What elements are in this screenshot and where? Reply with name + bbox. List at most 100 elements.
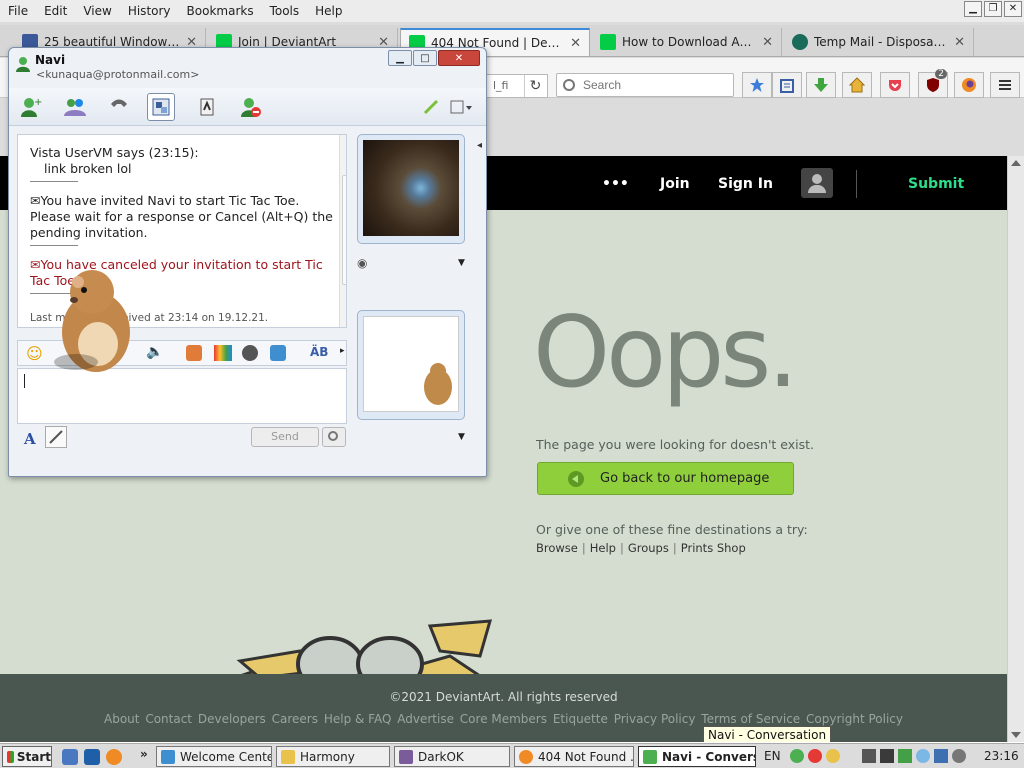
games-button[interactable] [193,93,221,121]
messenger-maximize-button[interactable]: □ [413,50,437,66]
footer-link[interactable]: Privacy Policy [614,712,696,726]
activities-button[interactable] [147,93,175,121]
menu-history[interactable]: History [128,4,171,18]
footer-link[interactable]: Careers [272,712,318,726]
task-firefox-404[interactable]: 404 Not Found ... [514,746,634,767]
menu-button[interactable] [990,72,1020,98]
scroll-down-icon[interactable] [1011,732,1021,738]
prints-shop-link[interactable]: Prints Shop [681,541,746,555]
stop-tray-icon[interactable] [808,749,822,763]
customize-button[interactable] [417,93,445,121]
homepage-button[interactable]: Go back to our homepage [537,462,794,495]
avatar[interactable] [801,168,833,198]
help-link[interactable]: Help [590,541,616,555]
footer-link[interactable]: Advertise [397,712,454,726]
handwriting-mode-button[interactable] [45,426,67,448]
minimize-button[interactable]: ▁ [964,1,982,17]
reload-button[interactable]: ↻ [524,75,546,97]
handwriting-icon[interactable]: ÄB [310,345,328,359]
start-button[interactable]: Start [2,746,52,767]
downloads-button[interactable] [806,72,836,98]
task-harmony[interactable]: Harmony [276,746,390,767]
switch-windows-icon[interactable] [84,749,100,765]
footer-link[interactable]: Contact [145,712,192,726]
message-input[interactable] [17,368,347,424]
sign-in-link[interactable]: Sign In [718,176,773,192]
groups-link[interactable]: Groups [628,541,669,555]
page-scrollbar[interactable] [1007,156,1024,742]
close-tab-icon[interactable]: ✕ [762,35,773,50]
volume-tray-icon[interactable] [952,749,966,763]
restore-button[interactable]: ❐ [984,1,1002,17]
contact-display-picture[interactable] [357,134,465,244]
gift-icon[interactable] [270,345,286,361]
voice-clip-icon[interactable] [242,345,258,361]
wink-icon[interactable] [186,345,202,361]
nudge-icon[interactable]: 🔈 [146,344,163,360]
messenger-tray-icon[interactable] [790,749,804,763]
menu-bookmarks[interactable]: Bookmarks [187,4,254,18]
show-menu-button[interactable] [447,93,475,121]
more-options-icon[interactable]: ▸ [340,346,345,356]
send-button[interactable]: Send [251,427,319,447]
bookmark-star-button[interactable] [742,72,772,98]
monitor-tray-icon[interactable] [880,749,894,763]
more-menu-button[interactable]: ••• [602,176,629,192]
menu-edit[interactable]: Edit [44,4,67,18]
browse-link[interactable]: Browse [536,541,578,555]
task-welcome-center[interactable]: Welcome Center [156,746,272,767]
task-darkok[interactable]: DarkOK [394,746,510,767]
webcam-icon[interactable]: ◉ [357,256,367,270]
contact-picture-menu-icon[interactable]: ▼ [458,258,465,268]
search-button[interactable] [322,427,346,447]
own-display-picture[interactable] [357,310,465,420]
block-contact-button[interactable] [237,93,265,121]
scroll-up-icon[interactable] [1011,160,1021,166]
footer-link[interactable]: Terms of Service [701,712,800,726]
menu-file[interactable]: File [8,4,28,18]
footer-link[interactable]: Core Members [460,712,547,726]
tab-how-to-download[interactable]: How to Download Any ... ✕ [592,28,782,56]
font-icon[interactable]: A [24,430,36,448]
call-button[interactable] [105,93,133,121]
conversation-scrollbar[interactable] [339,135,346,327]
emoticon-icon[interactable]: ☺ [26,344,43,363]
firefox-account-button[interactable] [954,72,984,98]
footer-link[interactable]: Etiquette [553,712,608,726]
close-tab-icon[interactable]: ✕ [954,35,965,50]
task-navi-conversation[interactable]: Navi - Convers... [638,746,756,767]
background-icon[interactable] [214,345,232,361]
security-tray-icon[interactable] [898,749,912,763]
tab-temp-mail[interactable]: Temp Mail - Disposabl... ✕ [784,28,974,56]
network-tray-icon[interactable] [934,749,948,763]
messenger-close-button[interactable]: ✕ [438,50,480,66]
menu-tools[interactable]: Tools [270,4,300,18]
footer-link[interactable]: Developers [198,712,266,726]
device-tray-icon[interactable] [862,749,876,763]
pocket-button[interactable] [880,72,910,98]
share-files-button[interactable] [61,93,89,121]
quicklaunch-overflow-icon[interactable]: » [140,747,148,761]
home-button[interactable] [842,72,872,98]
ublock-button[interactable]: 2 [918,69,948,98]
join-link[interactable]: Join [660,176,690,192]
own-picture-menu-icon[interactable]: ▼ [458,432,465,442]
close-tab-icon[interactable]: ✕ [570,36,581,51]
search-input[interactable] [583,78,723,92]
clock[interactable]: 23:16 [984,749,1019,763]
footer-link[interactable]: About [104,712,139,726]
footer-link[interactable]: Help & FAQ [324,712,392,726]
language-indicator[interactable]: EN [764,749,781,763]
invite-contact-button[interactable]: + [17,93,45,121]
messenger-minimize-button[interactable]: ▁ [388,50,412,66]
close-button[interactable]: ✕ [1004,1,1022,17]
search-box[interactable] [556,73,734,97]
status-tray-icon[interactable] [826,749,840,763]
menu-help[interactable]: Help [315,4,342,18]
update-tray-icon[interactable] [916,749,930,763]
show-desktop-icon[interactable] [62,749,78,765]
firefox-quicklaunch-icon[interactable] [106,749,122,765]
reading-list-button[interactable] [772,72,802,98]
collapse-panel-icon[interactable]: ◂ [477,140,485,156]
footer-link[interactable]: Copyright Policy [806,712,903,726]
